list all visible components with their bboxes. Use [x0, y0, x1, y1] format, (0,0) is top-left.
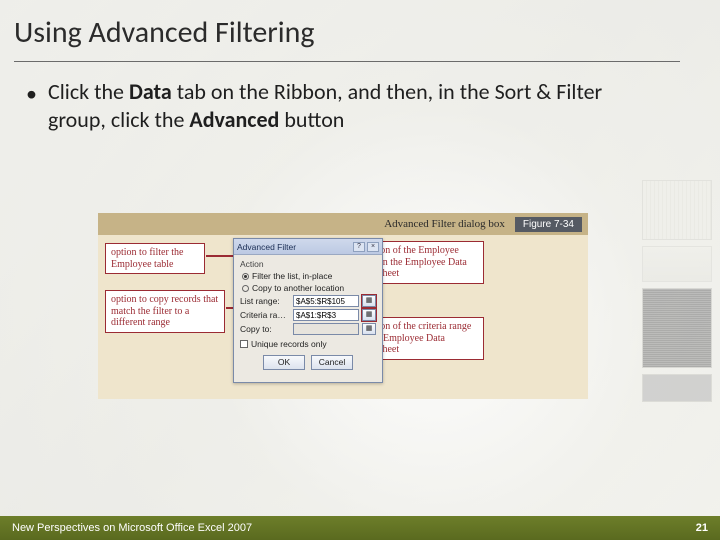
- range-picker-icon[interactable]: ▦: [362, 323, 376, 335]
- unique-records-checkbox[interactable]: Unique records only: [240, 339, 376, 349]
- figure-caption-bar: Advanced Filter dialog box Figure 7-34: [98, 213, 588, 235]
- list-range-input[interactable]: $A$5:$R$105: [293, 295, 359, 307]
- cancel-button[interactable]: Cancel: [311, 355, 353, 370]
- dialog-body: Action Filter the list, in-place Copy to…: [234, 255, 382, 374]
- radio-filter-inplace[interactable]: Filter the list, in-place: [242, 271, 376, 281]
- bullet-text-part: button: [279, 106, 344, 133]
- decorative-side-textures: [642, 180, 720, 408]
- figure-caption: Advanced Filter dialog box: [384, 218, 505, 230]
- callout-filter-table: option to filter the Employee table: [105, 243, 205, 274]
- close-icon[interactable]: ×: [367, 242, 379, 252]
- help-icon[interactable]: ?: [353, 242, 365, 252]
- bullet-text-part: Click the: [48, 78, 129, 105]
- dialog-button-row: OK Cancel: [240, 355, 376, 370]
- copy-to-input: [293, 323, 359, 335]
- footer-text: New Perspectives on Microsoft Office Exc…: [12, 522, 252, 534]
- bullet-item: • Click the Data tab on the Ribbon, and …: [26, 78, 656, 133]
- list-range-label: List range:: [240, 296, 290, 306]
- window-buttons: ? ×: [353, 242, 379, 252]
- ok-button[interactable]: OK: [263, 355, 305, 370]
- title-underline: [14, 61, 680, 62]
- bullet-bold-advanced: Advanced: [189, 106, 279, 133]
- callout-leader: [206, 255, 236, 257]
- slide-footer: New Perspectives on Microsoft Office Exc…: [0, 516, 720, 540]
- range-picker-icon[interactable]: ▦: [362, 295, 376, 307]
- figure-body: option to filter the Employee table opti…: [98, 235, 588, 399]
- bullet-bold-data: Data: [129, 78, 172, 105]
- radio-copy-location[interactable]: Copy to another location: [242, 283, 376, 293]
- page-number: 21: [696, 522, 708, 534]
- bullet-dot-icon: •: [26, 80, 37, 108]
- slide-title: Using Advanced Filtering: [14, 14, 314, 51]
- advanced-filter-dialog: Advanced Filter ? × Action Filter the li…: [233, 238, 383, 383]
- figure-panel: Advanced Filter dialog box Figure 7-34 o…: [98, 213, 588, 399]
- checkbox-label: Unique records only: [251, 339, 327, 349]
- criteria-range-input[interactable]: $A$1:$R$3: [293, 309, 359, 321]
- callout-copy-records: option to copy records that match the fi…: [105, 290, 225, 333]
- bullet-text: Click the Data tab on the Ribbon, and th…: [48, 78, 656, 133]
- action-group-label: Action: [240, 259, 376, 269]
- dialog-titlebar: Advanced Filter ? ×: [234, 239, 382, 255]
- radio-icon: [242, 285, 249, 292]
- copy-to-label: Copy to:: [240, 324, 290, 334]
- list-range-field: List range: $A$5:$R$105 ▦: [240, 295, 376, 307]
- range-picker-icon[interactable]: ▦: [362, 309, 376, 321]
- figure-number-badge: Figure 7-34: [515, 217, 582, 232]
- checkbox-icon: [240, 340, 248, 348]
- radio-label: Filter the list, in-place: [252, 271, 332, 281]
- criteria-range-field: Criteria range: $A$1:$R$3 ▦: [240, 309, 376, 321]
- radio-icon: [242, 273, 249, 280]
- dialog-title-text: Advanced Filter: [237, 242, 296, 252]
- copy-to-field: Copy to: ▦: [240, 323, 376, 335]
- criteria-range-label: Criteria range:: [240, 310, 290, 320]
- radio-label: Copy to another location: [252, 283, 344, 293]
